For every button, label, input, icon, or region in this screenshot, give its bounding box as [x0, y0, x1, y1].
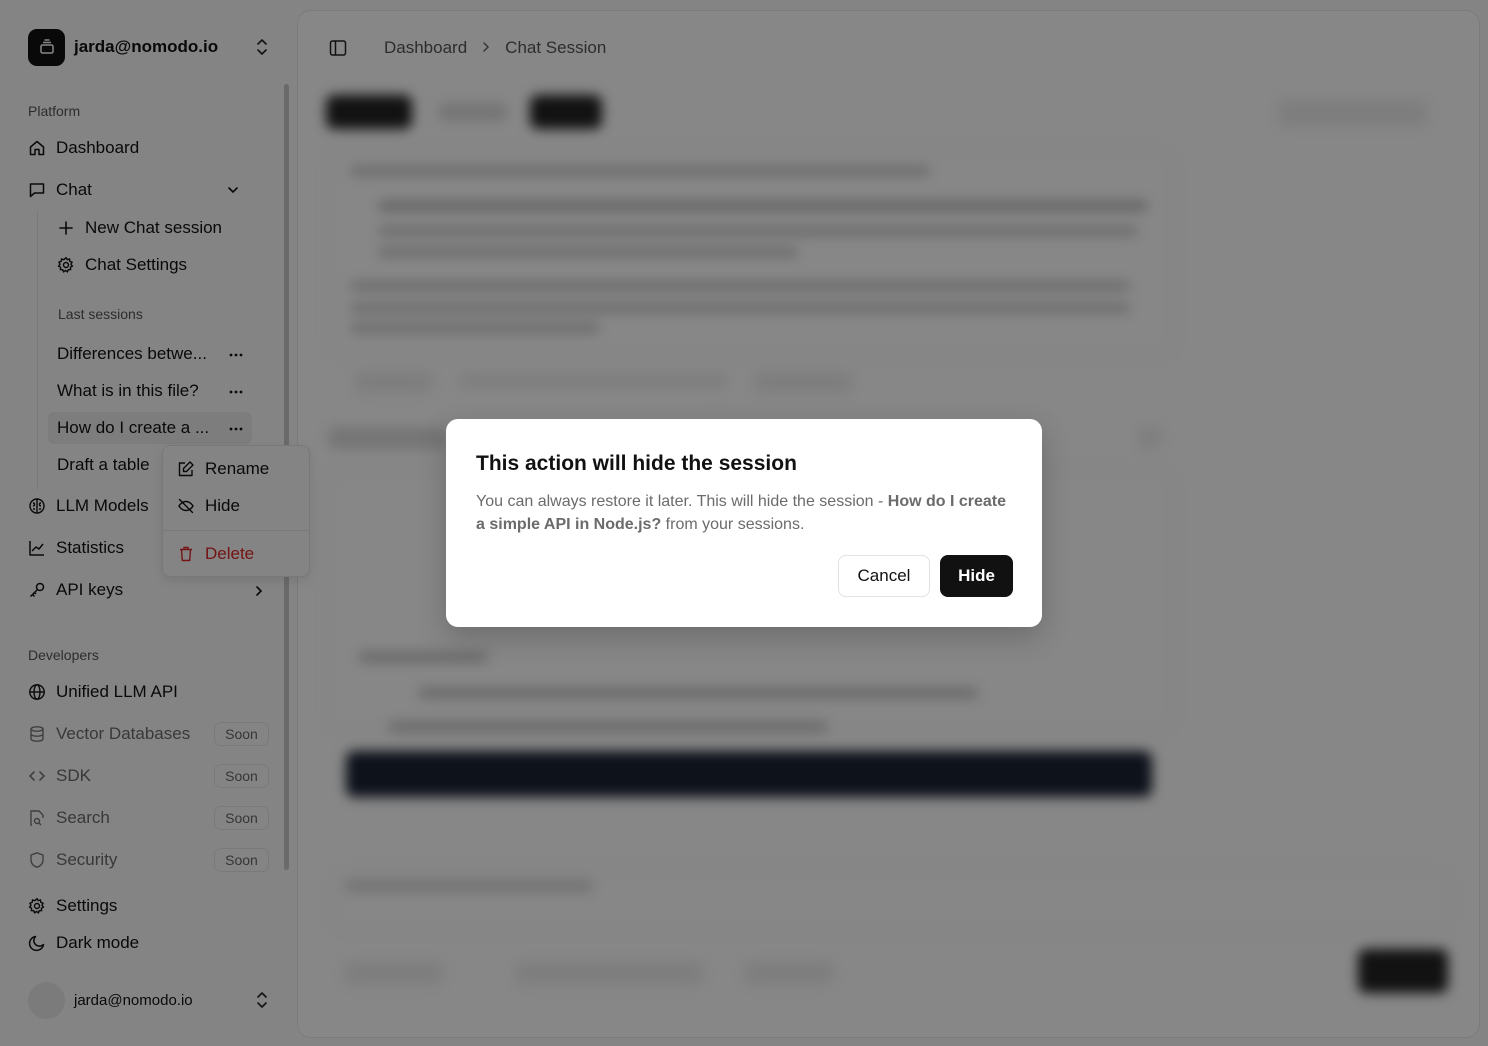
dialog-title: This action will hide the session	[476, 452, 797, 475]
confirm-hide-button[interactable]: Hide	[940, 555, 1013, 597]
cancel-button[interactable]: Cancel	[838, 555, 930, 597]
dialog-description: You can always restore it later. This wi…	[476, 490, 1016, 536]
dialog-desc-prefix: You can always restore it later. This wi…	[476, 493, 888, 510]
dialog-desc-suffix: from your sessions.	[661, 516, 805, 533]
hide-session-dialog: This action will hide the session You ca…	[446, 419, 1042, 627]
